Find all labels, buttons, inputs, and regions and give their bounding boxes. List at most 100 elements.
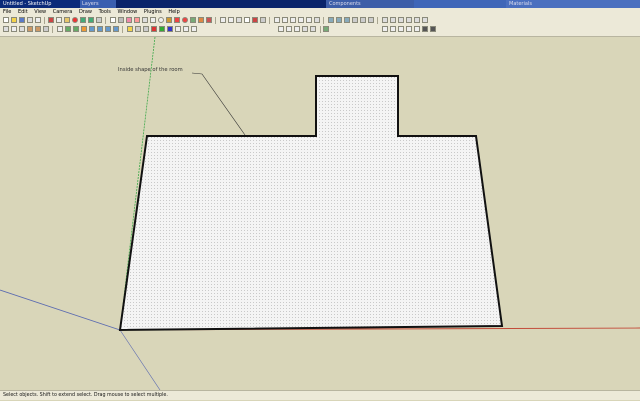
move-icon[interactable]: [174, 17, 180, 23]
fog-icon[interactable]: [143, 26, 149, 32]
solid-shell-icon[interactable]: [430, 26, 436, 32]
solid-union-icon[interactable]: [390, 26, 396, 32]
circle-icon[interactable]: [158, 17, 164, 23]
y-axis-icon[interactable]: [159, 26, 165, 32]
shadows-icon[interactable]: [127, 26, 133, 32]
home-icon[interactable]: [57, 26, 63, 32]
hidden-line-icon[interactable]: [19, 26, 25, 32]
left-view-icon[interactable]: [422, 17, 428, 23]
add-location-icon[interactable]: [97, 26, 103, 32]
dimension-icon[interactable]: [228, 17, 234, 23]
print-icon[interactable]: [27, 17, 33, 23]
look-around-icon[interactable]: [344, 17, 350, 23]
solid-split-icon[interactable]: [422, 26, 428, 32]
menu-tools[interactable]: Tools: [99, 8, 111, 16]
front-view-icon[interactable]: [398, 17, 404, 23]
outliner-icon[interactable]: [382, 26, 388, 32]
orbit-icon[interactable]: [274, 17, 280, 23]
model-canvas[interactable]: [0, 36, 640, 391]
copy-icon[interactable]: [56, 17, 62, 23]
shadow-month-icon[interactable]: [175, 26, 181, 32]
menu-view[interactable]: View: [34, 8, 46, 16]
offset-icon[interactable]: [206, 17, 212, 23]
z-axis-icon[interactable]: [167, 26, 173, 32]
preview-earth-icon[interactable]: [113, 26, 119, 32]
xray-icon[interactable]: [3, 26, 9, 32]
menu-file[interactable]: File: [3, 8, 11, 16]
paint-bucket-icon[interactable]: [126, 17, 132, 23]
annotation-label[interactable]: Inside shape of the room: [118, 67, 183, 73]
toggle-terrain-icon[interactable]: [105, 26, 111, 32]
scale-icon[interactable]: [198, 17, 204, 23]
right-view-icon[interactable]: [406, 17, 412, 23]
top-view-icon[interactable]: [390, 17, 396, 23]
solid-subtract-icon[interactable]: [398, 26, 404, 32]
photo-texture-icon[interactable]: [89, 26, 95, 32]
menu-plugins[interactable]: Plugins: [144, 8, 162, 16]
menu-help[interactable]: Help: [168, 8, 179, 16]
section-plane-icon[interactable]: [352, 17, 358, 23]
drawing-viewport[interactable]: Inside shape of the room: [0, 36, 640, 391]
iso-view-icon[interactable]: [382, 17, 388, 23]
shaded-icon[interactable]: [27, 26, 33, 32]
position-camera-icon[interactable]: [328, 17, 334, 23]
eraser-icon[interactable]: [134, 17, 140, 23]
room-floor-face[interactable]: [118, 75, 504, 332]
push-pull-icon[interactable]: [166, 17, 172, 23]
redo-icon[interactable]: [88, 17, 94, 23]
solid-trim-icon[interactable]: [414, 26, 420, 32]
get-models-icon[interactable]: [65, 26, 71, 32]
new-file-icon[interactable]: [3, 17, 9, 23]
components-panel-title[interactable]: Components: [326, 0, 414, 8]
protractor-icon[interactable]: [236, 17, 242, 23]
zoom-extents-icon[interactable]: [306, 17, 312, 23]
monochrome-icon[interactable]: [43, 26, 49, 32]
text-icon[interactable]: [244, 17, 250, 23]
share-model-icon[interactable]: [73, 26, 79, 32]
tape-measure-icon[interactable]: [220, 17, 226, 23]
line-icon[interactable]: [150, 17, 156, 23]
display-section-icon[interactable]: [360, 17, 366, 23]
save-icon[interactable]: [19, 17, 25, 23]
shaded-textures-icon[interactable]: [35, 26, 41, 32]
walk-icon[interactable]: [336, 17, 342, 23]
paste-icon[interactable]: [64, 17, 70, 23]
model-info-icon[interactable]: [96, 17, 102, 23]
wireframe-icon[interactable]: [11, 26, 17, 32]
layers-panel-title[interactable]: Layers: [80, 0, 116, 8]
email-icon[interactable]: [35, 17, 41, 23]
select-arrow-icon[interactable]: [110, 17, 116, 23]
back-view-icon[interactable]: [414, 17, 420, 23]
rotate-icon[interactable]: [182, 17, 188, 23]
shadow-date-icon[interactable]: [183, 26, 189, 32]
undo-icon[interactable]: [80, 17, 86, 23]
menu-camera[interactable]: Camera: [53, 8, 73, 16]
zoom-icon[interactable]: [290, 17, 296, 23]
pan-icon[interactable]: [282, 17, 288, 23]
layer-manager-icon[interactable]: [323, 26, 329, 32]
menu-window[interactable]: Window: [118, 8, 138, 16]
previous-view-icon[interactable]: [314, 17, 320, 23]
materials-panel-title[interactable]: Materials: [506, 0, 640, 8]
menu-draw[interactable]: Draw: [79, 8, 92, 16]
hide-similar-icon[interactable]: [294, 26, 300, 32]
component-edit-icon[interactable]: [278, 26, 284, 32]
x-axis-icon[interactable]: [151, 26, 157, 32]
solid-intersect-icon[interactable]: [406, 26, 412, 32]
cut-icon[interactable]: [48, 17, 54, 23]
shadow-time-icon[interactable]: [191, 26, 197, 32]
sandbox-icon[interactable]: [302, 26, 308, 32]
sandbox-scratch-icon[interactable]: [310, 26, 316, 32]
open-folder-icon[interactable]: [11, 17, 17, 23]
erase-icon[interactable]: [72, 17, 78, 23]
rectangle-icon[interactable]: [142, 17, 148, 23]
section-cuts-icon[interactable]: [368, 17, 374, 23]
menu-edit[interactable]: Edit: [18, 8, 28, 16]
follow-me-icon[interactable]: [190, 17, 196, 23]
make-component-icon[interactable]: [118, 17, 124, 23]
zoom-window-icon[interactable]: [298, 17, 304, 23]
axes-icon[interactable]: [252, 17, 258, 23]
3d-text-icon[interactable]: [260, 17, 266, 23]
hide-rest-icon[interactable]: [286, 26, 292, 32]
shadow-settings-icon[interactable]: [135, 26, 141, 32]
